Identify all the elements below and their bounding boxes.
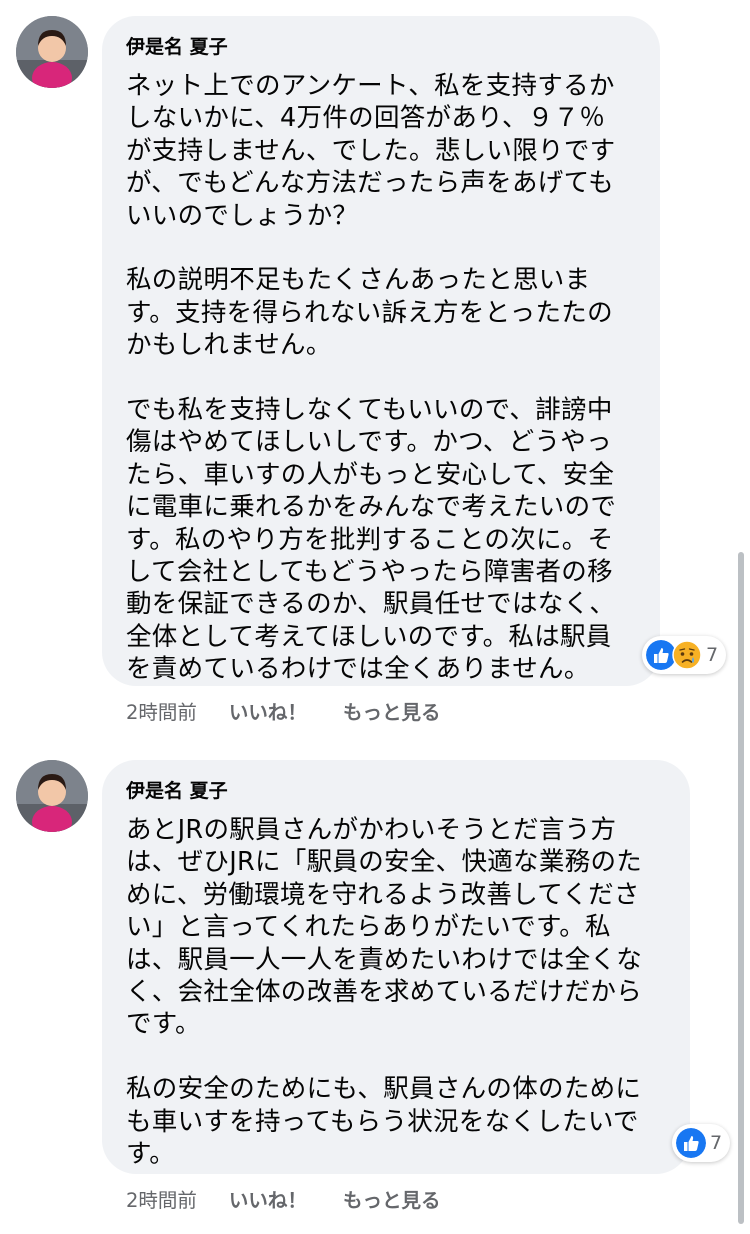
timestamp[interactable]: 2時間前	[126, 1184, 197, 1213]
see-more-button[interactable]: もっと見る	[343, 696, 441, 725]
see-more-button[interactable]: もっと見る	[343, 1184, 441, 1213]
comment-line: も車いすを持ってもらう状況をなくしたいで	[126, 1106, 639, 1137]
comment-bubble: 伊是名 夏子 あとJRの駅員さんがかわいそうとだ言う方 は、ぜひJRに「駅員の安…	[102, 760, 690, 1174]
scrollbar[interactable]	[738, 552, 744, 1224]
avatar[interactable]	[16, 16, 88, 88]
comment-bubble: 伊是名 夏子 ネット上でのアンケート、私を支持するか しないかに、4万件の回答が…	[102, 16, 660, 686]
comment-line: しないかに、4万件の回答があり、９７％	[126, 103, 606, 134]
comment-line: 傷はやめてほしいしです。かつ、どうやっ	[126, 427, 612, 458]
comment-line: かもしれません。	[126, 330, 332, 361]
comment-line: 私の安全のためにも、駅員さんの体のために	[126, 1074, 642, 1105]
comment-paragraph: 私の安全のためにも、駅員さんの体のために も車いすを持ってもらう状況をなくしたい…	[126, 1073, 666, 1170]
comment-line: す。支持を得られない訴え方をとったたの	[126, 297, 613, 328]
comment-line: が支持しません、でした。悲しい限りです	[126, 135, 616, 166]
avatar[interactable]	[16, 760, 88, 832]
reaction-count: 7	[706, 644, 719, 666]
avatar-photo	[16, 760, 88, 832]
comment-line: く、会社全体の改善を求めているだけだから	[126, 977, 643, 1008]
comment-line: でも私を支持しなくてもいいので、誹謗中	[126, 395, 613, 426]
comment-line: す。私のやり方を批判することの次に。そ	[126, 524, 614, 555]
comment-paragraph: でも私を支持しなくてもいいので、誹謗中 傷はやめてほしいしです。かつ、どうやっ …	[126, 394, 636, 686]
comment-line: めに、労働環境を守れるよう改善してくださ	[126, 879, 640, 910]
comment-actions: 2時間前 いいね！ もっと見る	[126, 696, 476, 725]
comment-paragraph: あとJRの駅員さんがかわいそうとだ言う方 は、ぜひJRに「駅員の安全、快適な業務…	[126, 814, 666, 1041]
comment-actions: 2時間前 いいね！ もっと見る	[126, 1184, 476, 1213]
comment-line: あとJRの駅員さんがかわいそうとだ言う方	[126, 815, 617, 845]
comment-line: 全体として考えてほしいのです。私は駅員	[126, 621, 612, 652]
reaction-summary[interactable]: 7	[642, 636, 727, 674]
comment-line: 私の説明不足もたくさんあったと思いま	[126, 265, 591, 296]
comment-line: い」と言ってくれたらありがたいです。私	[126, 912, 611, 943]
sad-icon	[672, 640, 702, 670]
comment-line: ネット上でのアンケート、私を支持するか	[126, 71, 615, 101]
comment-paragraph: ネット上でのアンケート、私を支持するか しないかに、4万件の回答があり、９７％ …	[126, 70, 636, 232]
timestamp[interactable]: 2時間前	[126, 696, 197, 725]
comment-line: たら、車いすの人がもっと安心して、安全	[126, 459, 615, 490]
comment-line: は、駅員一人一人を責めたいわけでは全くな	[126, 944, 643, 975]
comment-line: が、でもどんな方法だったら声をあげても	[126, 168, 614, 199]
reaction-summary[interactable]: 7	[672, 1124, 731, 1162]
comment-line: は、ぜひJRに「駅員の安全、快適な業務のた	[126, 847, 643, 878]
comment-line: いいのでしょうか？	[126, 200, 359, 231]
author-name[interactable]: 伊是名 夏子	[126, 34, 636, 60]
comment-line: して会社としてもどうやったら障害者の移	[126, 557, 613, 588]
comment-line: を責めているわけでは全くありません。	[126, 654, 590, 685]
like-button[interactable]: いいね！	[229, 1184, 307, 1213]
comment-line: す。	[126, 1139, 176, 1170]
reaction-count: 7	[710, 1132, 723, 1154]
avatar-photo	[16, 16, 88, 88]
comment-line: に電車に乗れるかをみんなで考えたいので	[126, 492, 617, 523]
like-icon	[676, 1128, 706, 1158]
comment-line: 動を保証できるのか、駅員任せではなく、	[126, 589, 616, 620]
like-button[interactable]: いいね！	[229, 696, 307, 725]
author-name[interactable]: 伊是名 夏子	[126, 778, 666, 804]
comment-paragraph: 私の説明不足もたくさんあったと思いま す。支持を得られない訴え方をとったたの か…	[126, 264, 636, 361]
comment-line: です。	[126, 1009, 201, 1040]
